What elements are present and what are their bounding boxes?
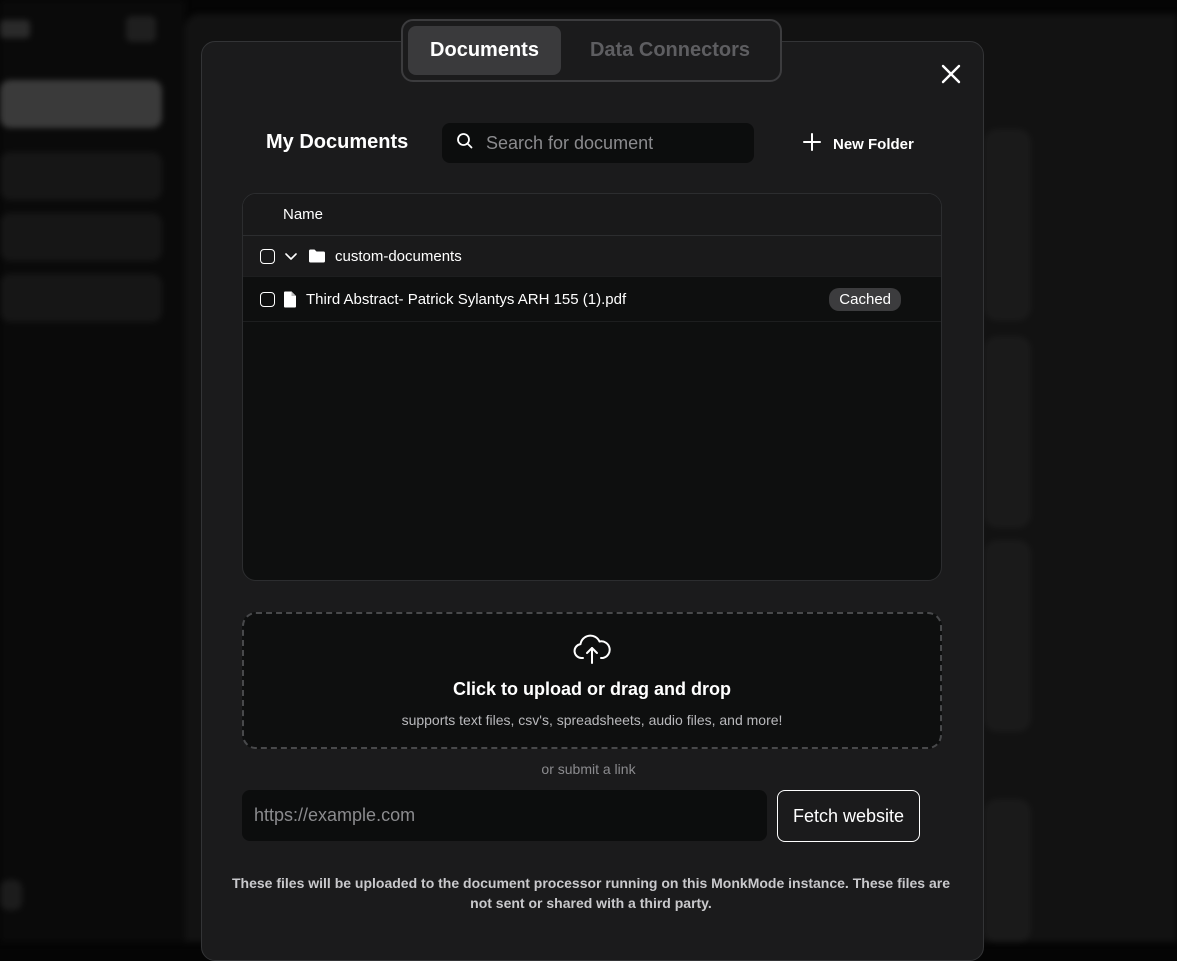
table-row[interactable]: Third Abstract- Patrick Sylantys ARH 155… <box>243 277 941 322</box>
background-sidebar-item <box>0 213 162 261</box>
file-icon <box>283 291 297 308</box>
new-folder-button[interactable]: New Folder <box>801 131 914 157</box>
fetch-website-button[interactable]: Fetch website <box>777 790 920 842</box>
page-title: My Documents <box>266 131 409 153</box>
folder-icon <box>308 248 326 264</box>
background-sidebar-item <box>0 274 162 322</box>
background-sidebar <box>0 0 185 942</box>
table-header: Name <box>243 194 941 236</box>
upload-title: Click to upload or drag and drop <box>452 679 731 699</box>
modal-tabs: Documents Data Connectors <box>401 19 782 82</box>
upload-dropzone[interactable]: Click to upload or drag and drop support… <box>242 612 942 749</box>
background-card <box>985 800 1030 942</box>
row-checkbox[interactable] <box>260 291 275 307</box>
cloud-upload-icon <box>572 634 612 671</box>
row-checkbox[interactable] <box>260 248 275 264</box>
column-name-header: Name <box>283 206 324 223</box>
privacy-note: These files will be uploaded to the docu… <box>231 875 950 911</box>
background-logo <box>0 20 30 38</box>
tab-data-connectors[interactable]: Data Connectors <box>567 26 773 75</box>
upload-subtitle: supports text files, csv's, spreadsheets… <box>401 712 783 728</box>
file-table: Name custom-documents Third Abstract- Pa… <box>242 193 942 581</box>
close-icon[interactable] <box>938 61 964 87</box>
search-input[interactable] <box>486 132 736 154</box>
url-input[interactable] <box>242 790 767 841</box>
folder-name: custom-documents <box>335 247 462 265</box>
search-bar[interactable] <box>442 123 754 163</box>
background-sidebar-item <box>0 152 162 200</box>
background-card <box>985 130 1030 320</box>
background-sidebar-icon <box>126 16 156 42</box>
status-badge: Cached <box>829 287 901 311</box>
or-submit-link-label: or submit a link <box>541 761 636 777</box>
file-name: Third Abstract- Patrick Sylantys ARH 155… <box>306 290 627 308</box>
background-settings-icon <box>0 880 22 910</box>
background-sidebar-item <box>0 80 162 128</box>
new-folder-label: New Folder <box>833 135 914 153</box>
search-icon <box>456 132 474 155</box>
table-row[interactable]: custom-documents <box>243 236 941 277</box>
background-card <box>985 541 1030 731</box>
tab-documents[interactable]: Documents <box>408 26 561 75</box>
chevron-down-icon[interactable] <box>283 248 299 264</box>
plus-icon <box>801 131 823 157</box>
background-card <box>985 337 1030 527</box>
